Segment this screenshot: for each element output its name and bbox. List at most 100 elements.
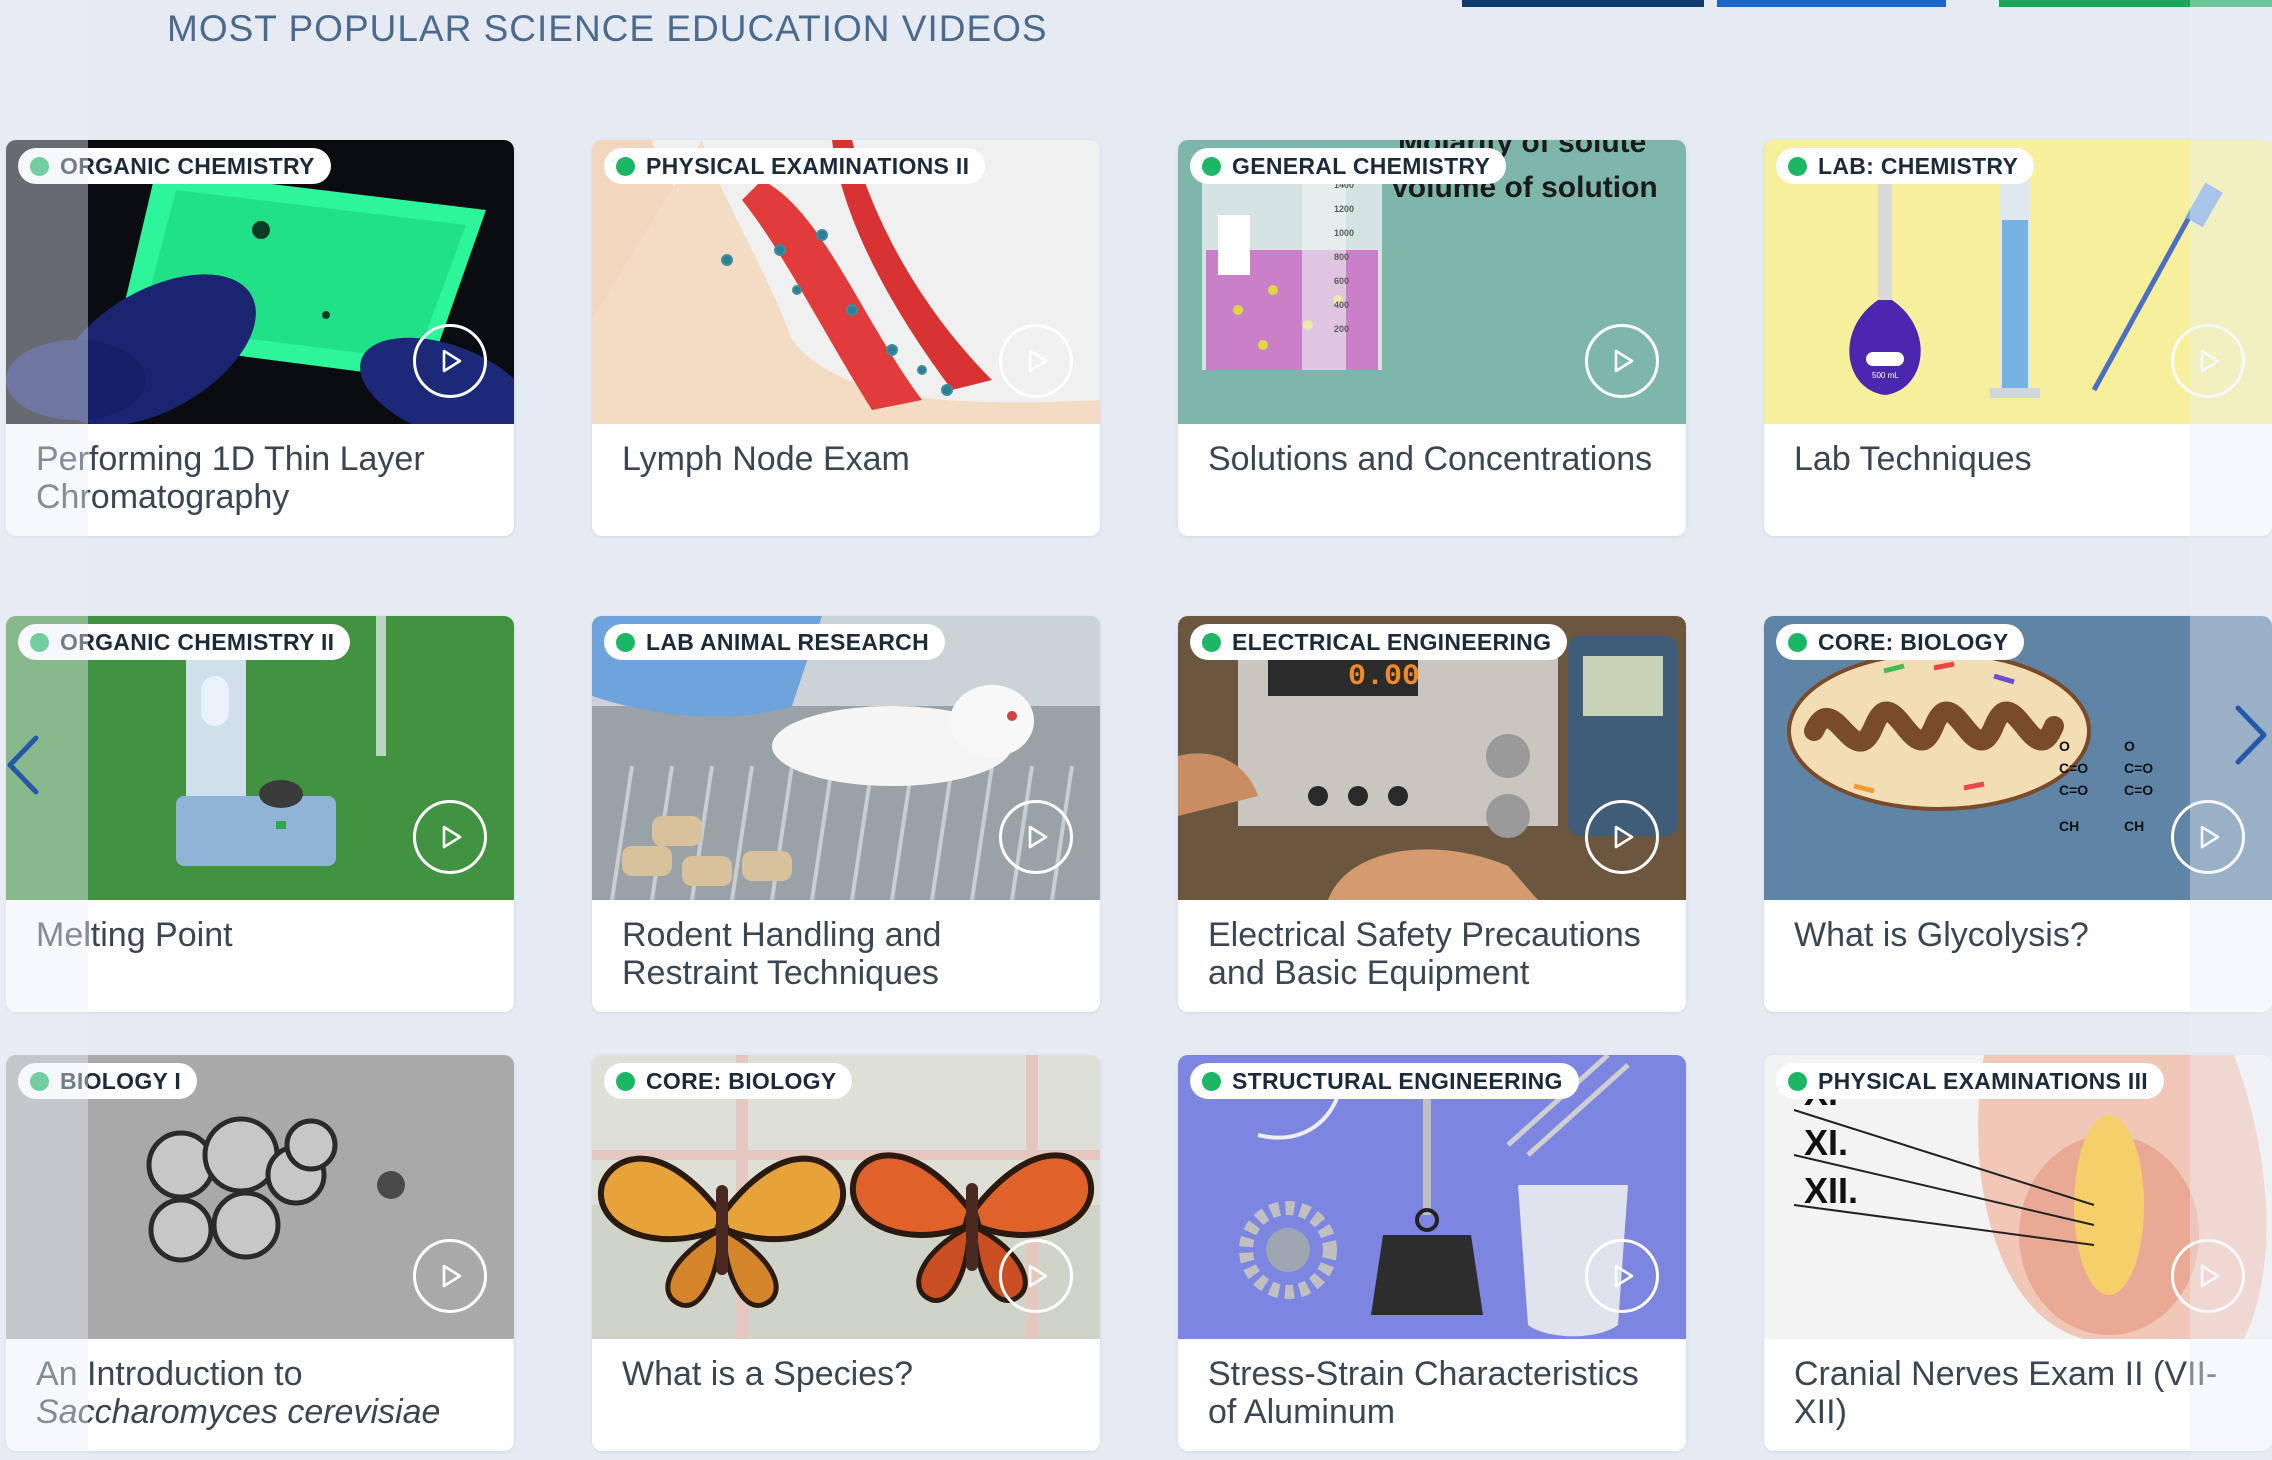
status-dot xyxy=(1202,157,1221,176)
category-label: LAB ANIMAL RESEARCH xyxy=(646,628,929,655)
play-icon xyxy=(1614,1264,1634,1288)
video-card[interactable]: PHYSICAL EXAMINATIONS II Lymph Node Exam xyxy=(592,140,1100,536)
video-card[interactable]: BIOLOGY I An Introduction to Saccharomyce… xyxy=(6,1055,514,1451)
video-title[interactable]: Solutions and Concentrations xyxy=(1208,440,1662,478)
play-icon xyxy=(1028,349,1048,373)
play-button[interactable] xyxy=(1585,1239,1659,1313)
svg-text:O: O xyxy=(2059,738,2070,754)
category-label: PHYSICAL EXAMINATIONS II xyxy=(646,152,970,179)
video-card[interactable]: CORE: BIOLOGY What is a Species? xyxy=(592,1055,1100,1451)
video-card[interactable]: O C=O C=O CH O C=O C=O CH CORE: BIOLOGY What i… xyxy=(1764,616,2272,1012)
play-icon xyxy=(442,825,462,849)
play-button[interactable] xyxy=(413,800,487,874)
category-badge: ORGANIC CHEMISTRY II xyxy=(18,624,351,660)
svg-text:O: O xyxy=(2124,738,2135,754)
play-icon xyxy=(2200,1264,2220,1288)
category-label: LAB: CHEMISTRY xyxy=(1818,152,2019,179)
status-dot xyxy=(30,157,49,176)
svg-text:C=O: C=O xyxy=(2124,782,2153,798)
play-button[interactable] xyxy=(999,800,1073,874)
tick-label: 1000 xyxy=(1334,228,1354,238)
play-icon xyxy=(1614,349,1634,373)
status-dot xyxy=(616,633,635,652)
category-label: GENERAL CHEMISTRY xyxy=(1232,152,1491,179)
svg-text:C=O: C=O xyxy=(2059,782,2088,798)
play-button[interactable] xyxy=(413,324,487,398)
tick-label: 600 xyxy=(1334,276,1349,286)
category-label: CORE: BIOLOGY xyxy=(1818,628,2009,655)
video-card[interactable]: X. XI. XII. PHYSICAL EXAMINATIONS III Cr… xyxy=(1764,1055,2272,1451)
nerve-label: XI. xyxy=(1804,1122,1848,1163)
video-card[interactable]: Molarity of solute Volume of solution 14… xyxy=(1178,140,1686,536)
video-card[interactable]: LAB ANIMAL RESEARCH Rodent Handling and … xyxy=(592,616,1100,1012)
category-label: ORGANIC CHEMISTRY xyxy=(60,152,315,179)
chevron-right-icon xyxy=(2235,705,2267,765)
video-title[interactable]: An Introduction to Saccharomyces cerevisi… xyxy=(36,1355,490,1431)
video-card[interactable]: ORGANIC CHEMISTRY Performing 1D Thin Lay… xyxy=(6,140,514,536)
status-dot xyxy=(1788,157,1807,176)
category-label: PHYSICAL EXAMINATIONS III xyxy=(1818,1067,2148,1094)
category-badge: CORE: BIOLOGY xyxy=(604,1063,853,1099)
svg-text:C=O: C=O xyxy=(2124,760,2153,776)
video-title[interactable]: Performing 1D Thin Layer Chromatography xyxy=(36,440,490,516)
status-dot xyxy=(1202,1072,1221,1091)
play-button[interactable] xyxy=(999,1239,1073,1313)
svg-text:CH: CH xyxy=(2059,818,2079,834)
category-label: STRUCTURAL ENGINEERING xyxy=(1232,1067,1563,1094)
status-dot xyxy=(616,1072,635,1091)
category-badge: PHYSICAL EXAMINATIONS III xyxy=(1776,1063,2164,1099)
category-badge: ELECTRICAL ENGINEERING xyxy=(1190,624,1568,660)
play-icon xyxy=(2200,349,2220,373)
category-label: BIOLOGY I xyxy=(60,1067,182,1094)
category-label: ORGANIC CHEMISTRY II xyxy=(60,628,335,655)
category-label: CORE: BIOLOGY xyxy=(646,1067,837,1094)
category-badge: CORE: BIOLOGY xyxy=(1776,624,2025,660)
video-title[interactable]: Stress-Strain Characteristics of Aluminu… xyxy=(1208,1355,1662,1431)
play-button[interactable] xyxy=(1585,800,1659,874)
chevron-left-icon xyxy=(7,735,39,795)
play-icon xyxy=(1028,1264,1048,1288)
svg-text:CH: CH xyxy=(2124,818,2144,834)
play-button[interactable] xyxy=(2171,1239,2245,1313)
play-button[interactable] xyxy=(2171,324,2245,398)
play-icon xyxy=(1028,825,1048,849)
category-badge: STRUCTURAL ENGINEERING xyxy=(1190,1063,1579,1099)
category-badge: LAB ANIMAL RESEARCH xyxy=(604,624,945,660)
flask-label: 500 mL xyxy=(1872,371,1899,380)
video-title[interactable]: What is Glycolysis? xyxy=(1794,916,2248,954)
category-badge: GENERAL CHEMISTRY xyxy=(1190,148,1507,184)
play-icon xyxy=(1614,825,1634,849)
play-button[interactable] xyxy=(2171,800,2245,874)
status-dot xyxy=(30,1072,49,1091)
category-badge: PHYSICAL EXAMINATIONS II xyxy=(604,148,986,184)
video-title[interactable]: What is a Species? xyxy=(622,1355,1076,1393)
status-dot xyxy=(30,633,49,652)
category-badge: BIOLOGY I xyxy=(18,1063,198,1099)
video-card[interactable]: 0.00 ELECTRICAL ENGINEERING Electrical S… xyxy=(1178,616,1686,1012)
video-title[interactable]: Electrical Safety Precautions and Basic … xyxy=(1208,916,1662,992)
video-title[interactable]: Lymph Node Exam xyxy=(622,440,1076,478)
play-button[interactable] xyxy=(1585,324,1659,398)
video-card[interactable]: ORGANIC CHEMISTRY II Melting Point xyxy=(6,616,514,1012)
tick-label: 800 xyxy=(1334,252,1349,262)
video-title[interactable]: Melting Point xyxy=(36,916,490,954)
meter-readout: 0.00 xyxy=(1348,660,1420,694)
play-button[interactable] xyxy=(413,1239,487,1313)
carousel-next-button[interactable] xyxy=(2228,700,2272,770)
category-label: ELECTRICAL ENGINEERING xyxy=(1232,628,1552,655)
video-title[interactable]: Rodent Handling and Restraint Techniques xyxy=(622,916,1076,992)
play-button[interactable] xyxy=(999,324,1073,398)
carousel-prev-button[interactable] xyxy=(2,730,46,800)
category-badge: ORGANIC CHEMISTRY xyxy=(18,148,331,184)
video-card[interactable]: STRUCTURAL ENGINEERING Stress-Strain Cha… xyxy=(1178,1055,1686,1451)
status-dot xyxy=(1788,1072,1807,1091)
status-dot xyxy=(1788,633,1807,652)
title-text: An Introduction to xyxy=(36,1355,303,1393)
status-dot xyxy=(616,157,635,176)
nerve-label: XII. xyxy=(1804,1170,1858,1211)
video-title[interactable]: Lab Techniques xyxy=(1794,440,2248,478)
title-species: Saccharomyces cerevisiae xyxy=(36,1393,441,1431)
video-card[interactable]: 500 mL LAB: CHEMISTRY Lab Techniques xyxy=(1764,140,2272,536)
play-icon xyxy=(2200,825,2220,849)
video-title[interactable]: Cranial Nerves Exam II (VII-XII) xyxy=(1794,1355,2248,1431)
